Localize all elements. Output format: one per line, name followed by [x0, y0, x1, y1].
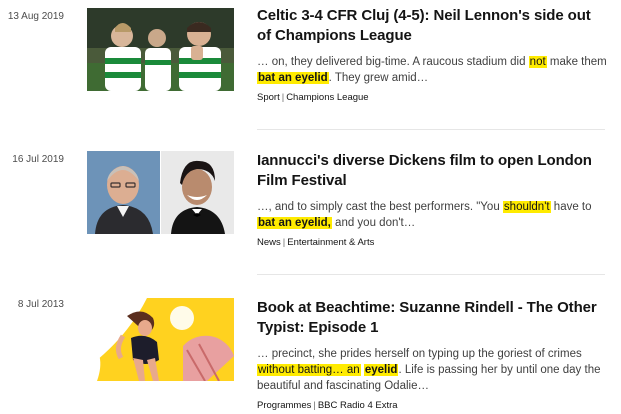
result-title-link[interactable]: Iannucci's diverse Dickens film to open … [257, 151, 607, 191]
result-thumbnail[interactable] [87, 298, 234, 381]
result-meta: Sport | Champions League [257, 92, 369, 103]
meta-link-news[interactable]: News [257, 237, 281, 248]
divider [257, 129, 605, 130]
highlight-match: eyelid [363, 364, 399, 376]
highlight-match: bat an eyelid [257, 72, 329, 84]
result-summary: … precinct, she prides herself on typing… [257, 346, 607, 394]
result-date: 13 Aug 2019 [7, 11, 64, 22]
meta-link-bbc-radio-4-extra[interactable]: BBC Radio 4 Extra [318, 400, 398, 411]
summary-text: … precinct, she prides herself on typing… [257, 348, 582, 360]
result-date: 8 Jul 2013 [17, 299, 64, 310]
summary-text: make them [546, 56, 607, 68]
divider [257, 274, 605, 275]
highlight-match: bat an eyelid, [257, 217, 332, 229]
result-summary: … on, they delivered big-time. A raucous… [257, 54, 607, 86]
summary-text: . They grew amid… [328, 72, 429, 84]
result-meta: News | Entertainment & Arts [257, 237, 375, 248]
summary-text: and you don't… [331, 217, 416, 229]
summary-text: have to [550, 201, 592, 213]
meta-link-champions-league[interactable]: Champions League [286, 92, 368, 103]
result-meta: Programmes | BBC Radio 4 Extra [257, 400, 398, 411]
highlight-match: without batting… an [257, 364, 361, 376]
beach-illustration-icon [87, 298, 234, 381]
result-thumbnail[interactable] [87, 151, 234, 234]
highlight-match: not [528, 56, 547, 68]
meta-link-sport[interactable]: Sport [257, 92, 280, 103]
result-date: 16 Jul 2019 [12, 154, 64, 165]
football-players-photo-icon [87, 8, 234, 91]
result-summary: …, and to simply cast the best performer… [257, 199, 607, 231]
result-title-link[interactable]: Book at Beachtime: Suzanne Rindell - The… [257, 298, 607, 338]
meta-link-programmes[interactable]: Programmes [257, 400, 311, 411]
highlight-match: shouldn't [502, 201, 551, 213]
summary-text: … on, they delivered big-time. A raucous… [257, 56, 529, 68]
result-title-link[interactable]: Celtic 3-4 CFR Cluj (4-5): Neil Lennon's… [257, 6, 607, 46]
meta-link-entertainment-arts[interactable]: Entertainment & Arts [287, 237, 374, 248]
portrait-photos-icon [87, 151, 234, 234]
result-thumbnail[interactable] [87, 8, 234, 91]
summary-text: …, and to simply cast the best performer… [257, 201, 503, 213]
